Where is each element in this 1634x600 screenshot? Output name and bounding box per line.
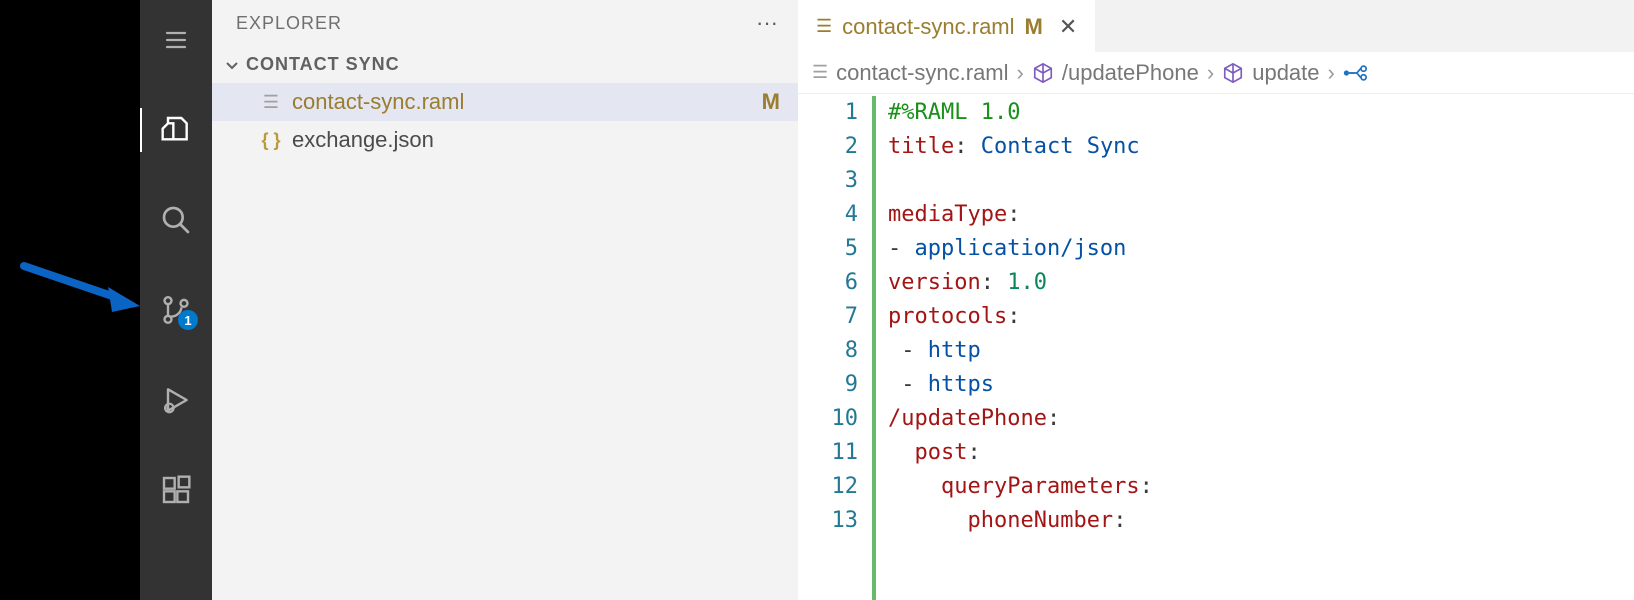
breadcrumbs[interactable]: ☰ contact-sync.raml › /updatePhone › upd… [798, 52, 1634, 94]
code-line[interactable]: - http [888, 334, 1634, 368]
chevron-right-icon: › [1207, 60, 1214, 86]
activity-bar: 1 [140, 0, 212, 600]
chevron-down-icon [224, 57, 240, 73]
line-number: 3 [798, 164, 858, 198]
menu-button[interactable] [140, 10, 212, 70]
tab-close-button[interactable]: ✕ [1053, 14, 1077, 40]
code-line[interactable]: /updatePhone: [888, 402, 1634, 436]
line-number: 13 [798, 504, 858, 538]
code-line[interactable]: - https [888, 368, 1634, 402]
folder-section-label: CONTACT SYNC [246, 54, 400, 75]
code-line[interactable]: - application/json [888, 232, 1634, 266]
file-row[interactable]: ☰ contact-sync.raml M [212, 83, 798, 121]
file-status: M [762, 89, 780, 115]
line-number: 8 [798, 334, 858, 368]
symbol-icon [1222, 62, 1244, 84]
editor-area: ☰ contact-sync.raml M ✕ ☰ contact-sync.r… [798, 0, 1634, 600]
sidebar-header: EXPLORER ··· [212, 0, 798, 46]
file-name: exchange.json [292, 127, 434, 153]
line-number: 6 [798, 266, 858, 300]
chevron-right-icon: › [1017, 60, 1024, 86]
code-line[interactable]: version: 1.0 [888, 266, 1634, 300]
folder-section-header[interactable]: CONTACT SYNC [212, 46, 798, 83]
annotation-arrow-icon [18, 254, 140, 314]
tab-modified-indicator: M [1025, 14, 1043, 40]
line-number: 10 [798, 402, 858, 436]
symbol-icon [1032, 62, 1054, 84]
run-debug-activity[interactable] [140, 370, 212, 430]
line-number: 4 [798, 198, 858, 232]
code-line[interactable] [888, 164, 1634, 198]
json-file-icon: { } [260, 129, 282, 151]
line-number: 5 [798, 232, 858, 266]
code-line[interactable]: queryParameters: [888, 470, 1634, 504]
line-number-gutter: 12345678910111213 [798, 96, 872, 600]
sidebar-title: EXPLORER [236, 13, 342, 34]
file-name: contact-sync.raml [292, 89, 464, 115]
code-line[interactable]: mediaType: [888, 198, 1634, 232]
sidebar-more-button[interactable]: ··· [756, 10, 778, 36]
tab-filename: contact-sync.raml [842, 14, 1014, 40]
code-content[interactable]: #%RAML 1.0title: Contact Sync mediaType:… [888, 96, 1634, 600]
editor-tab[interactable]: ☰ contact-sync.raml M ✕ [798, 0, 1095, 52]
explorer-activity[interactable] [140, 100, 212, 160]
code-line[interactable]: #%RAML 1.0 [888, 96, 1634, 130]
breadcrumb-item[interactable]: contact-sync.raml [836, 60, 1008, 86]
search-icon [160, 204, 192, 236]
file-icon: ☰ [816, 16, 832, 37]
files-icon [160, 114, 192, 146]
chevron-right-icon: › [1328, 60, 1335, 86]
line-number: 1 [798, 96, 858, 130]
scm-badge: 1 [178, 310, 198, 330]
line-number: 11 [798, 436, 858, 470]
search-activity[interactable] [140, 190, 212, 250]
explorer-sidebar: EXPLORER ··· CONTACT SYNC ☰ contact-sync.… [212, 0, 798, 600]
line-number: 9 [798, 368, 858, 402]
modification-bar [872, 96, 876, 600]
line-number: 12 [798, 470, 858, 504]
extensions-activity[interactable] [140, 460, 212, 520]
code-editor[interactable]: 12345678910111213 #%RAML 1.0title: Conta… [798, 94, 1634, 600]
extensions-icon [160, 474, 192, 506]
code-line[interactable]: title: Contact Sync [888, 130, 1634, 164]
breadcrumb-item[interactable]: update [1252, 60, 1319, 86]
breadcrumb-item[interactable]: /updatePhone [1062, 60, 1199, 86]
raml-file-icon: ☰ [260, 91, 282, 113]
code-line[interactable]: protocols: [888, 300, 1634, 334]
tab-bar: ☰ contact-sync.raml M ✕ [798, 0, 1634, 52]
source-control-activity[interactable]: 1 [140, 280, 212, 340]
branch-icon [1343, 64, 1367, 82]
line-number: 7 [798, 300, 858, 334]
file-icon: ☰ [812, 62, 828, 83]
run-debug-icon [160, 384, 192, 416]
code-line[interactable]: post: [888, 436, 1634, 470]
line-number: 2 [798, 130, 858, 164]
menu-icon [161, 28, 191, 52]
annotation-margin [0, 0, 140, 600]
file-row[interactable]: { } exchange.json [212, 121, 798, 159]
code-line[interactable]: phoneNumber: [888, 504, 1634, 538]
